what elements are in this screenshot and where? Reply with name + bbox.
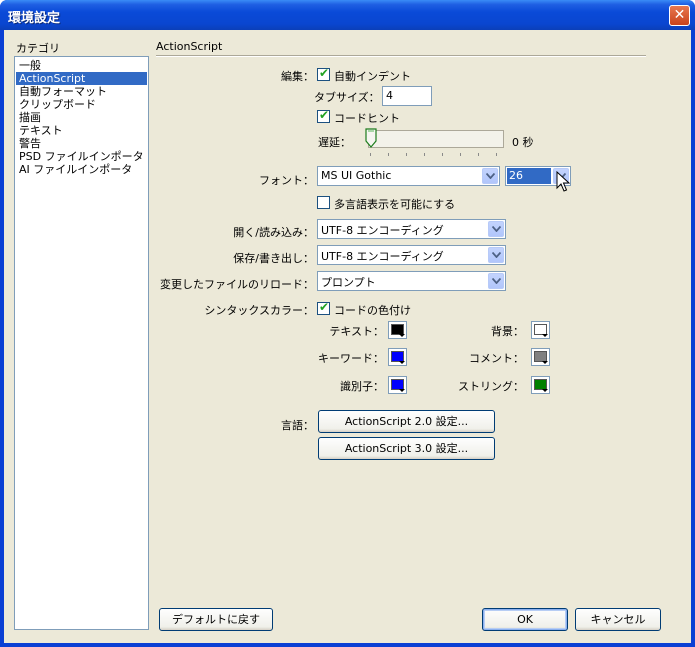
auto-indent-label: 自動インデント	[334, 70, 411, 83]
chevron-down-icon[interactable]	[482, 168, 498, 184]
category-item-text[interactable]: テキスト	[16, 124, 147, 137]
category-item-auto-format[interactable]: 自動フォーマット	[16, 85, 147, 98]
category-item-actionscript[interactable]: ActionScript	[16, 72, 147, 85]
dialog-body: カテゴリ 一般 ActionScript 自動フォーマット クリップボード 描画…	[4, 30, 691, 643]
reload-select[interactable]: プロンプト	[317, 271, 506, 291]
multilang-label: 多言語表示を可能にする	[334, 198, 456, 211]
tab-size-label: タブサイズ：	[314, 91, 380, 104]
font-family-value: MS UI Gothic	[321, 169, 392, 182]
font-family-select[interactable]: MS UI Gothic	[317, 166, 500, 186]
category-item-warnings[interactable]: 警告	[16, 137, 147, 150]
background-color-label: 背景：	[491, 325, 524, 338]
panel-title: ActionScript	[156, 40, 223, 53]
cancel-button[interactable]: キャンセル	[575, 608, 661, 631]
chevron-down-icon[interactable]	[488, 273, 504, 289]
multilang-checkbox[interactable]	[317, 196, 330, 209]
checkmark-icon: ✔	[319, 300, 330, 314]
keyword-color-label: キーワード：	[318, 352, 384, 365]
language-label: 言語：	[281, 419, 314, 432]
comment-color-swatch[interactable]	[531, 348, 550, 366]
reload-label: 変更したファイルのリロード：	[160, 278, 314, 291]
syntax-color-label: シンタックスカラー：	[204, 304, 314, 317]
category-item-clipboard[interactable]: クリップボード	[16, 98, 147, 111]
checkmark-icon: ✔	[319, 108, 330, 122]
code-hint-checkbox[interactable]: ✔	[317, 108, 330, 123]
colorize-checkbox[interactable]: ✔	[317, 300, 330, 315]
panel-title-divider	[156, 55, 646, 57]
save-export-value: UTF-8 エンコーディング	[321, 250, 444, 263]
colorize-label: コードの色付け	[334, 304, 411, 317]
category-item-ai-importer[interactable]: AI ファイルインポータ	[16, 163, 147, 176]
auto-indent-checkbox[interactable]: ✔	[317, 66, 330, 81]
category-item-psd-importer[interactable]: PSD ファイルインポータ	[16, 150, 147, 163]
preferences-window: 環境設定 ✕ カテゴリ 一般 ActionScript 自動フォーマット クリッ…	[0, 0, 695, 647]
text-color-swatch[interactable]	[388, 321, 407, 339]
reset-defaults-button[interactable]: デフォルトに戻す	[159, 608, 273, 631]
delay-label: 遅延：	[318, 136, 351, 149]
edit-label: 編集：	[281, 70, 314, 83]
identifier-color-swatch[interactable]	[388, 376, 407, 394]
font-size-value: 26	[507, 168, 551, 184]
code-hint-label: コードヒント	[334, 112, 400, 125]
save-export-label: 保存/書き出し：	[233, 252, 314, 265]
ok-button[interactable]: OK	[482, 608, 568, 631]
category-item-drawing[interactable]: 描画	[16, 111, 147, 124]
text-color-label: テキスト：	[329, 325, 384, 338]
slider-thumb-icon[interactable]	[365, 128, 377, 148]
reload-value: プロンプト	[321, 276, 376, 289]
font-label: フォント：	[259, 174, 314, 187]
string-color-label: ストリング：	[458, 380, 524, 393]
comment-color-label: コメント：	[469, 352, 524, 365]
open-import-label: 開く/読み込み：	[233, 226, 314, 239]
category-list[interactable]: 一般 ActionScript 自動フォーマット クリップボード 描画 テキスト…	[14, 56, 149, 630]
category-item-general[interactable]: 一般	[16, 59, 147, 72]
category-heading: カテゴリ	[16, 42, 60, 55]
chevron-down-icon[interactable]	[488, 221, 504, 237]
delay-value: 0 秒	[512, 136, 534, 149]
close-button[interactable]: ✕	[669, 5, 690, 26]
title-bar[interactable]: 環境設定 ✕	[0, 0, 695, 30]
chevron-down-icon[interactable]	[488, 247, 504, 263]
close-icon: ✕	[673, 7, 686, 23]
identifier-color-label: 識別子：	[340, 380, 384, 393]
open-import-select[interactable]: UTF-8 エンコーディング	[317, 219, 506, 239]
save-export-select[interactable]: UTF-8 エンコーディング	[317, 245, 506, 265]
keyword-color-swatch[interactable]	[388, 348, 407, 366]
window-title: 環境設定	[8, 11, 61, 26]
as3-settings-button[interactable]: ActionScript 3.0 設定...	[318, 437, 495, 460]
delay-slider[interactable]	[368, 130, 504, 148]
open-import-value: UTF-8 エンコーディング	[321, 224, 444, 237]
tab-size-input[interactable]: 4	[382, 86, 432, 106]
background-color-swatch[interactable]	[531, 321, 550, 339]
mouse-pointer-icon	[556, 171, 570, 192]
as2-settings-button[interactable]: ActionScript 2.0 設定...	[318, 410, 495, 433]
checkmark-icon: ✔	[319, 66, 330, 80]
string-color-swatch[interactable]	[531, 376, 550, 394]
